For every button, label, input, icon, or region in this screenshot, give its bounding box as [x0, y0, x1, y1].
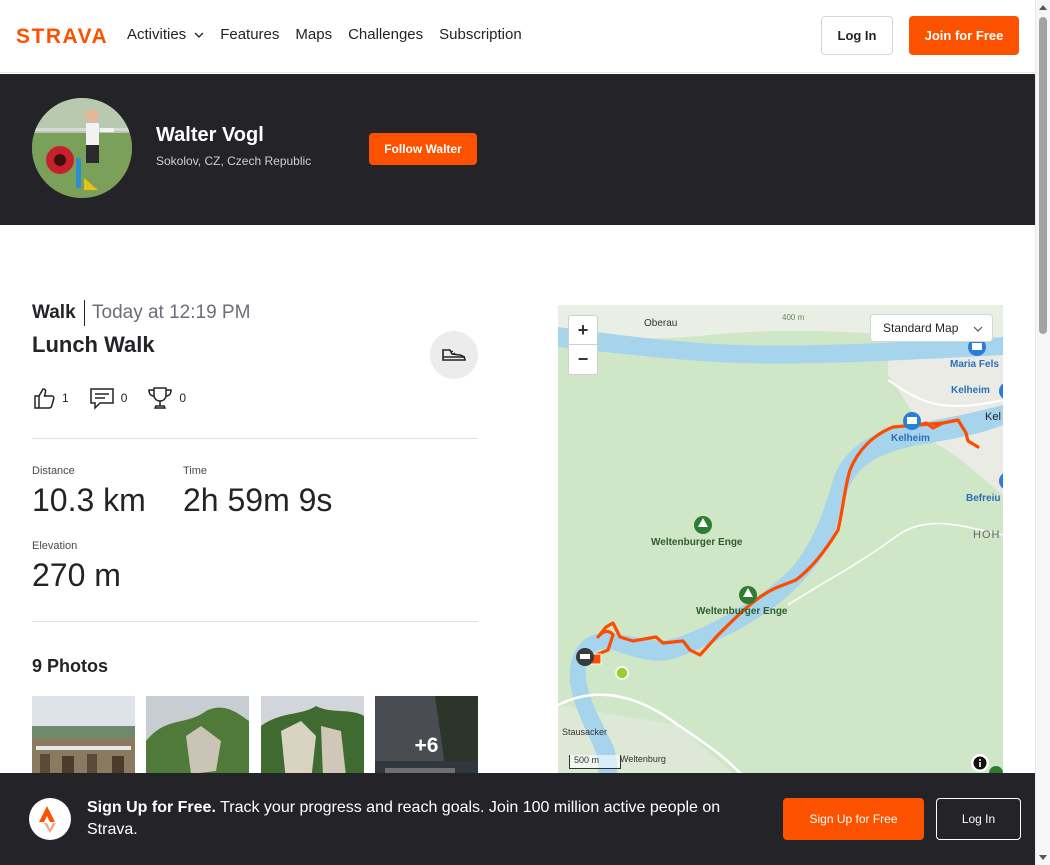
- main-nav: Activities Features Maps Challenges Subs…: [127, 26, 538, 43]
- nav-features[interactable]: Features: [220, 26, 279, 43]
- map-label-kelheim-north: Kelheim: [951, 385, 990, 396]
- nav-subscription[interactable]: Subscription: [439, 26, 522, 43]
- avatar-photo: [32, 98, 132, 198]
- follow-button[interactable]: Follow Walter: [369, 133, 477, 165]
- svg-text:STRAVA: STRAVA: [16, 26, 108, 45]
- top-navigation: STRAVA Activities Features Maps Challeng…: [0, 0, 1035, 73]
- activity-title: Lunch Walk: [32, 332, 155, 357]
- zoom-out-button[interactable]: −: [569, 345, 597, 374]
- photos-title: 9 Photos: [32, 656, 109, 676]
- social-actions: 1 0 0: [32, 385, 206, 411]
- kudos-count: 1: [62, 391, 69, 405]
- map-scale: 500 m: [569, 755, 621, 769]
- signup-banner: Sign Up for Free. Track your progress an…: [0, 773, 1035, 865]
- athlete-header: Walter Vogl Sokolov, CZ, Czech Republic …: [0, 74, 1035, 225]
- map-label-befreiung: Befreiu: [966, 493, 1001, 504]
- map-style-select[interactable]: Standard Map: [870, 314, 993, 342]
- map-label-weltenburg: Weltenburg: [620, 754, 666, 764]
- map-label-weltenburger-enge-2: Weltenburger Enge: [696, 606, 788, 617]
- map-label-weltenburger-enge-1: Weltenburger Enge: [651, 537, 743, 548]
- elevation-value: 270 m: [32, 557, 121, 593]
- comments-button[interactable]: 0: [89, 386, 128, 410]
- info-icon: [973, 756, 987, 770]
- map-label-kelheim: Kelheim: [891, 433, 930, 444]
- map-canvas: [558, 305, 1003, 795]
- athlete-location: Sokolov, CZ, Czech Republic: [156, 154, 312, 168]
- athlete-name[interactable]: Walter Vogl: [156, 124, 264, 147]
- athlete-avatar[interactable]: [32, 98, 132, 198]
- map-label-oberau: Oberau: [644, 318, 678, 329]
- time-label: Time: [183, 465, 208, 477]
- strava-logo-icon: [29, 798, 71, 840]
- scroll-down-arrow[interactable]: [1039, 855, 1047, 860]
- chevron-down-icon: [973, 326, 983, 332]
- map-contour-label: 400 m: [782, 313, 805, 322]
- shoe-icon: [442, 349, 466, 361]
- activity-date: Today at 12:19 PM: [92, 302, 251, 323]
- map-label-maria-fels: Maria Fels: [950, 359, 999, 370]
- achievements-button[interactable]: 0: [147, 385, 186, 411]
- scroll-thumb[interactable]: [1039, 17, 1047, 334]
- distance-value: 10.3 km: [32, 482, 146, 518]
- comment-icon: [89, 388, 114, 410]
- achievements-count: 0: [179, 391, 187, 405]
- banner-message: Sign Up for Free. Track your progress an…: [87, 797, 747, 841]
- gear-shoe-button[interactable]: [430, 331, 478, 379]
- activity-map[interactable]: Oberau 400 m Maria Fels Kelheim Kel Kelh…: [558, 305, 1003, 795]
- map-zoom-control: + −: [568, 315, 598, 375]
- nav-maps[interactable]: Maps: [295, 26, 332, 43]
- trophy-icon: [148, 387, 173, 409]
- chevron-down-icon: [194, 32, 204, 38]
- comments-count: 0: [120, 391, 128, 405]
- elevation-label: Elevation: [32, 540, 78, 552]
- map-info-button[interactable]: [971, 754, 989, 772]
- thumbs-up-icon: [34, 388, 55, 409]
- distance-label: Distance: [32, 465, 75, 477]
- banner-headline: Sign Up for Free.: [87, 799, 216, 816]
- zoom-in-button[interactable]: +: [569, 316, 597, 345]
- page-scrollbar[interactable]: [1035, 0, 1050, 865]
- time-value: 2h 59m 9s: [183, 482, 333, 518]
- join-button[interactable]: Join for Free: [909, 16, 1019, 55]
- map-label-stausacker: Stausacker: [562, 727, 608, 737]
- scroll-up-arrow[interactable]: [1039, 5, 1047, 10]
- activity-header-divider: [84, 300, 85, 326]
- nav-activities[interactable]: Activities: [127, 26, 204, 43]
- nav-challenges[interactable]: Challenges: [348, 26, 423, 43]
- divider-line: [32, 438, 478, 439]
- activity-type: Walk: [32, 302, 76, 323]
- strava-logo[interactable]: STRAVA: [16, 26, 111, 45]
- map-label-hoh: HOH: [973, 529, 1001, 541]
- map-label-kel: Kel: [985, 411, 1001, 423]
- kudos-button[interactable]: 1: [32, 386, 69, 410]
- signup-button[interactable]: Sign Up for Free: [783, 798, 924, 840]
- divider-line: [32, 621, 478, 622]
- login-button[interactable]: Log In: [821, 16, 893, 55]
- banner-login-button[interactable]: Log In: [936, 798, 1021, 840]
- strava-chevron-icon: [39, 806, 56, 833]
